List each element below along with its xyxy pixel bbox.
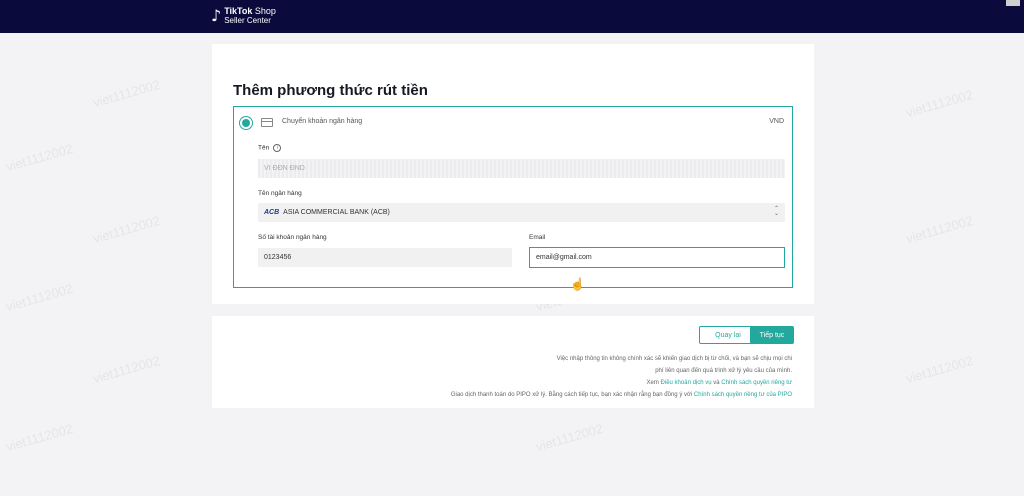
email-input[interactable]: email@gmail.com [529,247,785,268]
watermark: viet1112002 [904,86,975,121]
continue-button[interactable]: Tiếp tục [750,326,794,344]
bank-select[interactable]: ACB ASIA COMMERCIAL BANK (ACB) ⌃ ⌄ [258,203,785,222]
watermark: viet1112002 [91,212,162,247]
watermark: viet1112002 [4,280,75,315]
bank-select-value: ASIA COMMERCIAL BANK (ACB) [283,209,390,216]
account-number-input[interactable]: 0123456 [258,248,512,267]
method-label: Chuyển khoản ngân hàng [282,118,363,125]
brand-suffix: Shop [252,6,276,16]
tiktok-note-icon: ♪ [211,6,222,25]
currency-label: VND [769,118,784,125]
watermark: viet1112002 [904,352,975,387]
info-icon[interactable]: i [273,144,282,152]
email-label: Email [529,234,546,241]
tiktok-shop-logo[interactable]: ♪ TikTok Shop Seller Center [211,6,276,26]
bank-transfer-option[interactable]: Chuyển khoản ngân hàng VND Tên i VI ĐĐN Đ… [233,106,793,288]
method-radio[interactable] [242,119,250,127]
brand-name: TikTok [224,6,253,16]
top-bar: ♪ TikTok Shop Seller Center [0,0,1024,33]
account-number-label: Số tài khoản ngân hàng [258,234,327,241]
watermark: viet1112002 [4,420,75,455]
acb-logo: ACB [264,209,280,216]
name-label: Tên i [258,144,282,152]
page-title: Thêm phương thức rút tiền [233,82,428,99]
brand-subtitle: Seller Center [224,16,271,25]
bank-name-label: Tên ngân hàng [258,190,302,197]
hand-cursor-icon: ☝ [570,277,585,291]
name-field: VI ĐĐN ĐND [258,159,785,178]
terms-of-service-link[interactable]: Điều khoản dịch vụ [661,380,712,386]
terms-notice: Việc nhập thông tin không chính xác sẽ k… [450,356,792,398]
watermark: viet1112002 [904,212,975,247]
withdrawal-form-card: Thêm phương thức rút tiền Chuyển khoản n… [212,44,814,304]
back-button[interactable]: Quay lại [699,326,757,344]
chevron-updown-icon: ⌃ ⌄ [773,206,779,217]
pipo-privacy-policy-link[interactable]: Chính sách quyền riêng tư của PIPO [694,392,792,398]
watermark: viet1112002 [534,420,605,455]
watermark: viet1112002 [4,140,75,175]
watermark: viet1112002 [91,352,162,387]
window-control [1006,0,1020,6]
privacy-policy-link[interactable]: Chính sách quyền riêng tư [721,380,792,386]
watermark: viet1112002 [91,76,162,111]
actions-card: Quay lại Tiếp tục Việc nhập thông tin kh… [212,316,814,408]
bank-card-icon [261,118,273,127]
